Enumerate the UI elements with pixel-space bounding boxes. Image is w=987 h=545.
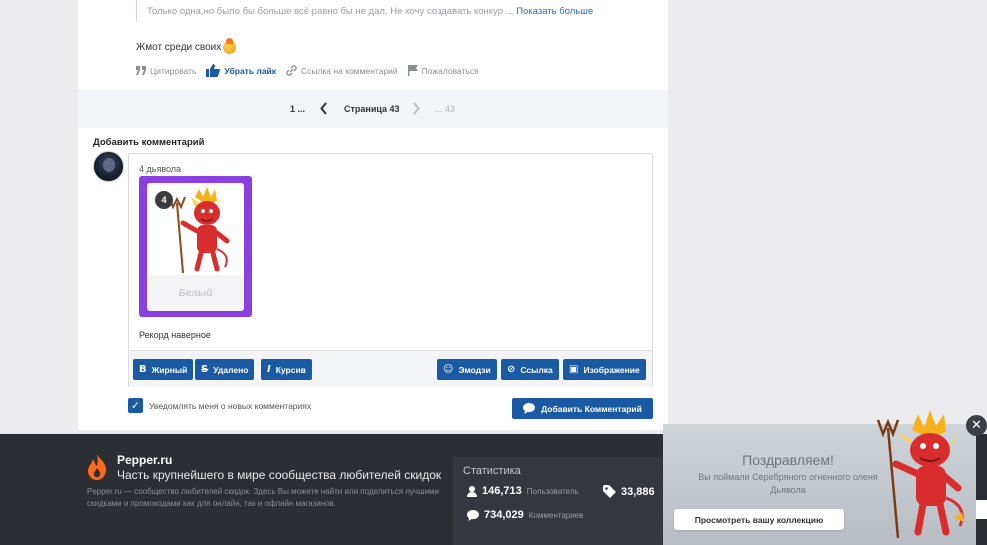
card-name: Белый [178,288,213,299]
pagination: 1 ... Страница 43 ... 43 [78,90,668,128]
deals-count: 33,886 [621,485,655,498]
quote-button[interactable]: Цитировать [136,66,196,76]
notify-checkbox[interactable]: ✓ [128,398,143,413]
quote-icon [136,66,146,75]
attachment-label: 4 дьявола [139,164,182,174]
chevron-left-icon[interactable] [320,102,328,115]
stats-panel: Статистика 146,713 Пользователь 33,886 7… [453,457,668,545]
stat-deals: 33,886 [603,485,655,498]
editor-toolbar: B Жирный S Удалено I Курсив ☺ Эмодзи ⊘ С… [129,350,652,387]
comment-actions: Цитировать Убрать лайк Ссылка на коммент… [136,64,479,77]
avatar [93,151,124,182]
devil-image: 4 [147,183,244,275]
stat-users: 146,713 Пользователь [467,485,579,497]
comment-editor[interactable]: 4 дьявола 4 Белый Рекорд наверное B Жирн… [128,153,653,387]
submit-comment-button[interactable]: Добавить Комментарий [512,398,653,419]
strike-label: Удалено [213,364,249,375]
fire-emoji-icon [223,38,237,54]
notify-option[interactable]: ✓ Уведомлять меня о новых комментариях [128,398,311,413]
comments-panel: Только одна,но было бы больше всё равно … [78,0,668,430]
comment-text: Жмот среди своих [136,42,222,53]
comment-icon [467,509,479,521]
link-icon: ⊘ [507,364,516,375]
footer-tagline: Часть крупнейшего в мире сообщества люби… [117,468,442,482]
notify-label: Уведомлять меня о новых комментариях [149,400,312,411]
link-icon [286,65,297,76]
italic-button[interactable]: I Курсив [261,359,312,380]
achievement-popup: Поздравляем! Вы поймали Серебряного огне… [663,410,976,545]
comment-link-button[interactable]: Ссылка на комментарий [286,65,398,76]
image-icon: ▣ [569,364,579,375]
users-count: 146,713 [482,485,522,497]
quote-text: Только одна,но было бы больше всё равно … [147,6,514,17]
emoji-button[interactable]: ☺ Эмодзи [437,359,497,380]
italic-label: Курсив [275,364,306,375]
comment-body: Жмот среди своих [136,38,237,54]
comments-count: 734,029 [484,509,524,521]
add-comment-title: Добавить комментарий [93,137,205,148]
comment-link-label: Ссылка на комментарий [301,65,398,76]
card-inner: 4 Белый [147,183,244,311]
card-count-badge: 4 [155,191,173,209]
chevron-right-icon [413,102,420,115]
flag-icon [407,65,418,76]
devil-mascot-icon [876,410,964,539]
footer-about: Pepper.ru — сообщество любителей скидок.… [87,487,439,508]
link-button[interactable]: ⊘ Ссылка [501,359,559,380]
popup-title: Поздравляем! [742,452,834,468]
unlike-label: Убрать лайк [224,65,277,76]
unlike-button[interactable]: Убрать лайк [206,64,276,77]
bold-icon: B [139,364,147,375]
bold-label: Жирный [151,364,188,375]
pepper-flame-logo-icon[interactable] [86,454,108,480]
user-icon [467,485,477,497]
tag-icon [603,485,616,498]
current-page-label: Страница 43 [344,104,400,114]
thumbs-up-icon [206,64,221,77]
emoji-label: Эмодзи [458,364,491,375]
page-first-link[interactable]: 1 ... [290,104,305,114]
quote-label: Цитировать [150,65,197,76]
strike-button[interactable]: S Удалено [195,359,255,380]
stats-title: Статистика [463,465,521,477]
comment-input-text[interactable]: Рекорд наверное [139,330,211,340]
report-label: Пожаловаться [421,65,479,76]
submit-label: Добавить Комментарий [541,403,642,414]
view-collection-button[interactable]: Просмотреть вашу коллекцию [674,509,844,530]
show-more-link[interactable]: Показать больше [516,6,593,17]
stat-comments: 734,029 Комментариев [467,509,583,521]
smile-icon: ☺ [443,364,454,375]
link-label: Ссылка [520,364,553,375]
bold-button[interactable]: B Жирный [133,359,194,380]
users-label: Пользователь [526,486,579,496]
report-button[interactable]: Пожаловаться [407,65,479,76]
comments-label: Комментариев [528,510,584,520]
close-popup-button[interactable]: ✕ [966,415,987,436]
strikethrough-icon: S [201,364,209,375]
image-label: Изображение [583,364,640,375]
page-last-link: ... 43 [435,104,456,114]
devil-card: 4 Белый [139,176,252,317]
quoted-comment: Только одна,но было бы больше всё равно … [136,0,636,22]
chat-bubble-icon [523,403,536,414]
footer-brand[interactable]: Pepper.ru [117,453,172,467]
italic-icon: I [267,364,271,375]
popup-text: Вы поймали Серебряного огненного оленя Д… [698,472,878,495]
image-button[interactable]: ▣ Изображение [563,359,646,380]
